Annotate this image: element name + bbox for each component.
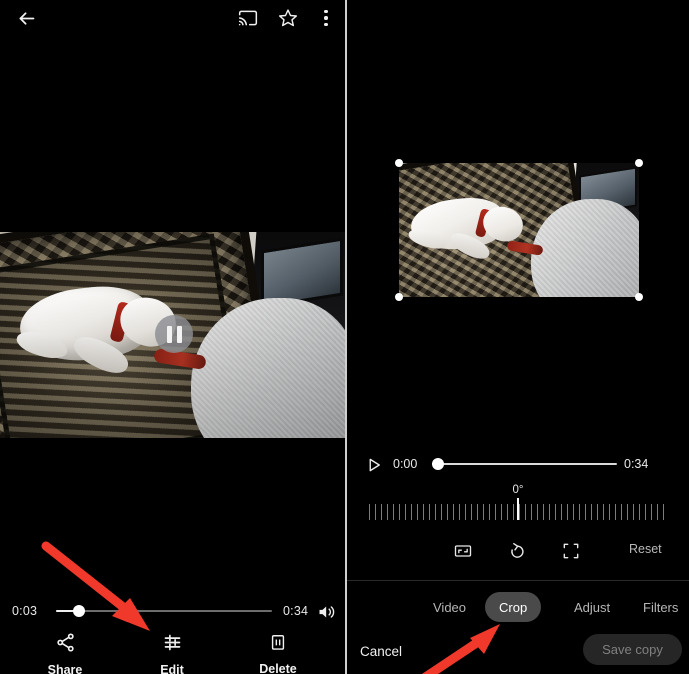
rotation-value-label: 0° <box>512 484 524 496</box>
reset-button[interactable]: Reset <box>629 542 662 556</box>
more-vertical-icon[interactable] <box>312 4 340 32</box>
trash-icon <box>268 632 288 657</box>
share-label: Share <box>47 663 83 674</box>
crop-handle-bottom-right[interactable] <box>635 293 643 301</box>
crop-handle-bottom-left[interactable] <box>395 293 403 301</box>
crop-preview-image <box>399 163 639 297</box>
pause-icon[interactable] <box>155 315 193 353</box>
delete-label: Delete <box>259 662 297 674</box>
top-app-bar <box>0 0 345 38</box>
tune-sliders-icon <box>162 632 183 658</box>
tab-crop[interactable]: Crop <box>485 592 542 622</box>
tab-video[interactable]: Video <box>419 592 480 622</box>
video-player-panel: 0:03 0:34 Share Edit Delete <box>0 0 345 674</box>
save-copy-button[interactable]: Save copy <box>583 634 682 665</box>
share-icon <box>55 632 76 658</box>
tab-filters[interactable]: Filters <box>629 592 689 622</box>
video-action-bar: Share Edit Delete <box>0 632 345 674</box>
rotate-left-icon[interactable] <box>502 536 532 566</box>
current-time-label: 0:03 <box>12 604 38 618</box>
crop-preview[interactable] <box>395 159 643 301</box>
crop-handle-top-left[interactable] <box>395 159 403 167</box>
star-outline-icon[interactable] <box>274 4 302 32</box>
scene-dog <box>406 193 544 269</box>
video-editor-panel <box>347 0 689 674</box>
expand-crop-icon[interactable] <box>556 536 586 566</box>
editor-seek-row: 0:00 0:34 <box>347 452 689 480</box>
crop-handle-top-right[interactable] <box>635 159 643 167</box>
editor-total-time-label: 0:34 <box>624 457 649 471</box>
edit-label: Edit <box>160 663 184 674</box>
screenshot-root: 0:03 0:34 Share Edit Delete 0:00 0:34 0°… <box>0 0 689 674</box>
share-button[interactable]: Share <box>19 632 111 674</box>
editor-seek-bar[interactable] <box>432 458 617 470</box>
cancel-button[interactable]: Cancel <box>360 644 402 659</box>
total-time-label: 0:34 <box>283 604 309 618</box>
rotation-dial[interactable]: 0° <box>347 484 689 524</box>
editor-tab-bar: Video Crop Adjust Filters <box>347 592 689 624</box>
play-icon[interactable] <box>365 456 383 474</box>
annotation-arrow-edit <box>41 541 150 631</box>
aspect-ratio-icon[interactable] <box>448 536 478 566</box>
editor-current-time-label: 0:00 <box>393 457 418 471</box>
playback-seek-row: 0:03 0:34 <box>0 598 345 626</box>
delete-button[interactable]: Delete <box>232 632 324 674</box>
edit-button[interactable]: Edit <box>126 632 218 674</box>
panel-divider <box>345 0 347 674</box>
seek-bar-thumb[interactable] <box>73 605 85 617</box>
seek-bar[interactable] <box>56 605 272 617</box>
crop-tool-row: Reset <box>347 536 689 568</box>
editor-separator <box>347 580 689 581</box>
cast-icon[interactable] <box>234 4 262 32</box>
editor-seek-bar-thumb[interactable] <box>432 458 444 470</box>
rotation-dial-indicator <box>517 498 519 520</box>
tab-adjust[interactable]: Adjust <box>560 592 624 622</box>
back-arrow-icon[interactable] <box>12 4 40 32</box>
volume-on-icon[interactable] <box>317 602 337 622</box>
